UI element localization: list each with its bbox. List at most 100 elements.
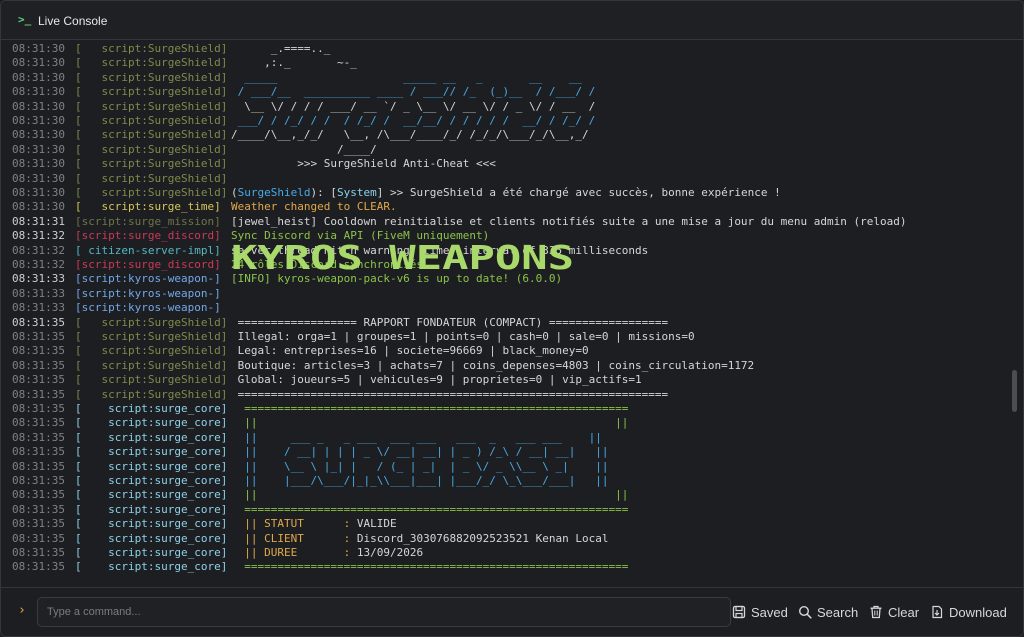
command-input[interactable] bbox=[37, 597, 731, 627]
log-timestamp: 08:31:35 bbox=[12, 546, 65, 559]
log-source: [ script:surge_core] bbox=[75, 517, 228, 531]
log-source: [ script:SurgeShield] bbox=[75, 358, 228, 372]
log-timestamp: 08:31:35 bbox=[12, 358, 65, 372]
log-source: [ script:SurgeShield] bbox=[75, 387, 228, 401]
log-source: [script:kyros-weapon-] bbox=[75, 272, 221, 286]
log-scrollbar[interactable] bbox=[1011, 40, 1019, 588]
command-bar: › Saved Search Clear Download bbox=[1, 587, 1023, 636]
log-message: || STATUT : VALIDE bbox=[231, 517, 397, 531]
saved-label: Saved bbox=[751, 604, 788, 620]
log-message: Illegal: orga=1 | groupes=1 | points=0 |… bbox=[231, 330, 695, 343]
log-source: [ script:SurgeShield] bbox=[75, 186, 228, 199]
log-timestamp: 08:31:35 bbox=[12, 517, 65, 531]
log-message: _.====.._ bbox=[231, 42, 331, 55]
log-source: [ script:SurgeShield] bbox=[75, 157, 228, 171]
download-icon bbox=[932, 605, 943, 619]
log-timestamp: 08:31:35 bbox=[12, 416, 65, 430]
log-source: [ script:SurgeShield] bbox=[75, 42, 228, 55]
log-source: [script:surge_discord] bbox=[75, 229, 221, 243]
log-message: ========================================… bbox=[231, 560, 629, 574]
log-source: [ script:SurgeShield] bbox=[75, 330, 228, 343]
log-message: || ___ _ _ ___ ___ ___ ___ _ ___ ___ || bbox=[231, 430, 602, 444]
log-timestamp: 08:31:30 bbox=[12, 85, 65, 99]
log-source: [ script:surge_core] bbox=[75, 560, 228, 574]
log-message: Global: joueurs=5 | vehicules=9 | propri… bbox=[231, 373, 642, 387]
log-source: [ script:surge_core] bbox=[75, 488, 228, 502]
log-message: /____/\__,_/_/ \__, /\___/____/_/ /_/_/\… bbox=[231, 128, 589, 142]
log-source: [script:kyros-weapon-] bbox=[75, 301, 221, 315]
log-timestamp: 08:31:35 bbox=[12, 459, 65, 473]
log-message: ___/ / /_/ / / / /_/ / __/__/ / / / / / … bbox=[231, 114, 596, 127]
log-message: ================== RAPPORT FONDATEUR (CO… bbox=[231, 315, 669, 329]
log-source: [ script:surge_core] bbox=[75, 474, 228, 487]
log-source: [ script:SurgeShield] bbox=[75, 56, 228, 70]
log-timestamp: 08:31:30 bbox=[12, 42, 65, 55]
log-source: [ script:SurgeShield] bbox=[75, 142, 228, 156]
log-timestamp: 08:31:30 bbox=[12, 99, 65, 113]
log-message: || / __| | | | _ \/ __| __| | _ ) /_\ / … bbox=[231, 445, 609, 459]
saved-button[interactable]: Saved bbox=[732, 602, 788, 622]
clear-button[interactable]: Clear bbox=[869, 602, 919, 622]
log-source: [ script:SurgeShield] bbox=[75, 315, 228, 329]
log-source: [ script:surge_core] bbox=[75, 430, 228, 444]
log-source: [ script:surge_core] bbox=[75, 459, 228, 473]
log-timestamp: 08:31:35 bbox=[12, 387, 65, 401]
log-message: || CLIENT : Discord_303076882092523521 K… bbox=[231, 531, 609, 545]
search-label: Search bbox=[817, 604, 859, 620]
log-message: ========================================… bbox=[231, 387, 669, 401]
log-timestamp: 08:31:35 bbox=[12, 488, 65, 502]
log-timestamp: 08:31:35 bbox=[12, 502, 65, 516]
log-timestamp: 08:31:32 bbox=[12, 258, 65, 271]
log-timestamp: 08:31:30 bbox=[12, 171, 65, 185]
log-message: ========================================… bbox=[231, 502, 629, 516]
log-timestamp: 08:31:33 bbox=[12, 301, 65, 315]
log-source: [ script:SurgeShield] bbox=[75, 373, 228, 387]
log-timestamp: 08:31:30 bbox=[12, 186, 65, 199]
prompt-chevron-icon: › bbox=[18, 603, 26, 618]
log-source: [script:kyros-weapon-] bbox=[75, 286, 221, 300]
log-source: [ script:SurgeShield] bbox=[75, 171, 228, 185]
log-timestamp: 08:31:32 bbox=[12, 229, 65, 243]
log-source: [ script:SurgeShield] bbox=[75, 128, 228, 142]
log-source: [ citizen-server-impl] bbox=[75, 243, 221, 257]
save-icon bbox=[732, 605, 746, 619]
log-message: || DUREE : 13/09/2026 bbox=[231, 546, 424, 559]
kyros-weapons-banner: KYROS WEAPONS bbox=[231, 238, 576, 277]
log-timestamp: 08:31:30 bbox=[12, 56, 65, 70]
log-source: [script:surge_mission] bbox=[75, 214, 221, 228]
log-source: [ script:surge_core] bbox=[75, 502, 228, 516]
log-timestamp: 08:31:30 bbox=[12, 70, 65, 84]
log-message: || || bbox=[231, 416, 629, 430]
log-timestamp: 08:31:35 bbox=[12, 344, 65, 358]
scrollbar-thumb[interactable] bbox=[1012, 370, 1017, 412]
log-timestamp: 08:31:35 bbox=[12, 315, 65, 329]
log-source: [ script:surge_core] bbox=[75, 531, 228, 545]
log-message: / ___/__ __________ ____ / ___// /_ (_)_… bbox=[231, 85, 596, 99]
console-panel: >_ Live Console 08:31:30 [ script:SurgeSh… bbox=[0, 0, 1024, 637]
download-label: Download bbox=[949, 604, 1007, 620]
log-timestamp: 08:31:30 bbox=[12, 128, 65, 142]
log-timestamp: 08:31:33 bbox=[12, 286, 65, 300]
log-message: || |___/\___/|_|_\\___|___| |___/_/ \_\_… bbox=[231, 474, 609, 487]
log-message: (SurgeShield): [System] >> SurgeShield a… bbox=[231, 186, 781, 199]
log-timestamp: 08:31:35 bbox=[12, 445, 65, 459]
terminal-icon: >_ bbox=[18, 13, 32, 26]
log-message: || || bbox=[231, 488, 629, 502]
log-timestamp: 08:31:35 bbox=[12, 474, 65, 487]
log-message: || \__ \ |_| | / (_ | _| | _ \/ _ \\__ \… bbox=[231, 459, 609, 473]
log-message: /____/ bbox=[231, 142, 377, 156]
log-message: Weather changed to CLEAR. bbox=[231, 200, 397, 214]
log-message: Legal: entreprises=16 | societe=96669 | … bbox=[231, 344, 589, 358]
log-timestamp: 08:31:30 bbox=[12, 142, 65, 156]
log-timestamp: 08:31:35 bbox=[12, 402, 65, 415]
download-button[interactable]: Download bbox=[930, 602, 1007, 622]
log-source: [ script:SurgeShield] bbox=[75, 85, 228, 99]
log-source: [ script:SurgeShield] bbox=[75, 99, 228, 113]
search-button[interactable]: Search bbox=[798, 602, 858, 622]
log-source: [ script:SurgeShield] bbox=[75, 114, 228, 127]
console-log[interactable]: 08:31:30 [ script:SurgeShield] _.====.._ 0… bbox=[1, 40, 1009, 588]
trash-icon bbox=[870, 605, 882, 619]
log-timestamp: 08:31:31 bbox=[12, 214, 65, 228]
log-timestamp: 08:31:35 bbox=[12, 373, 65, 387]
log-message: [jewel_heist] Cooldown reinitialise et c… bbox=[231, 214, 907, 228]
